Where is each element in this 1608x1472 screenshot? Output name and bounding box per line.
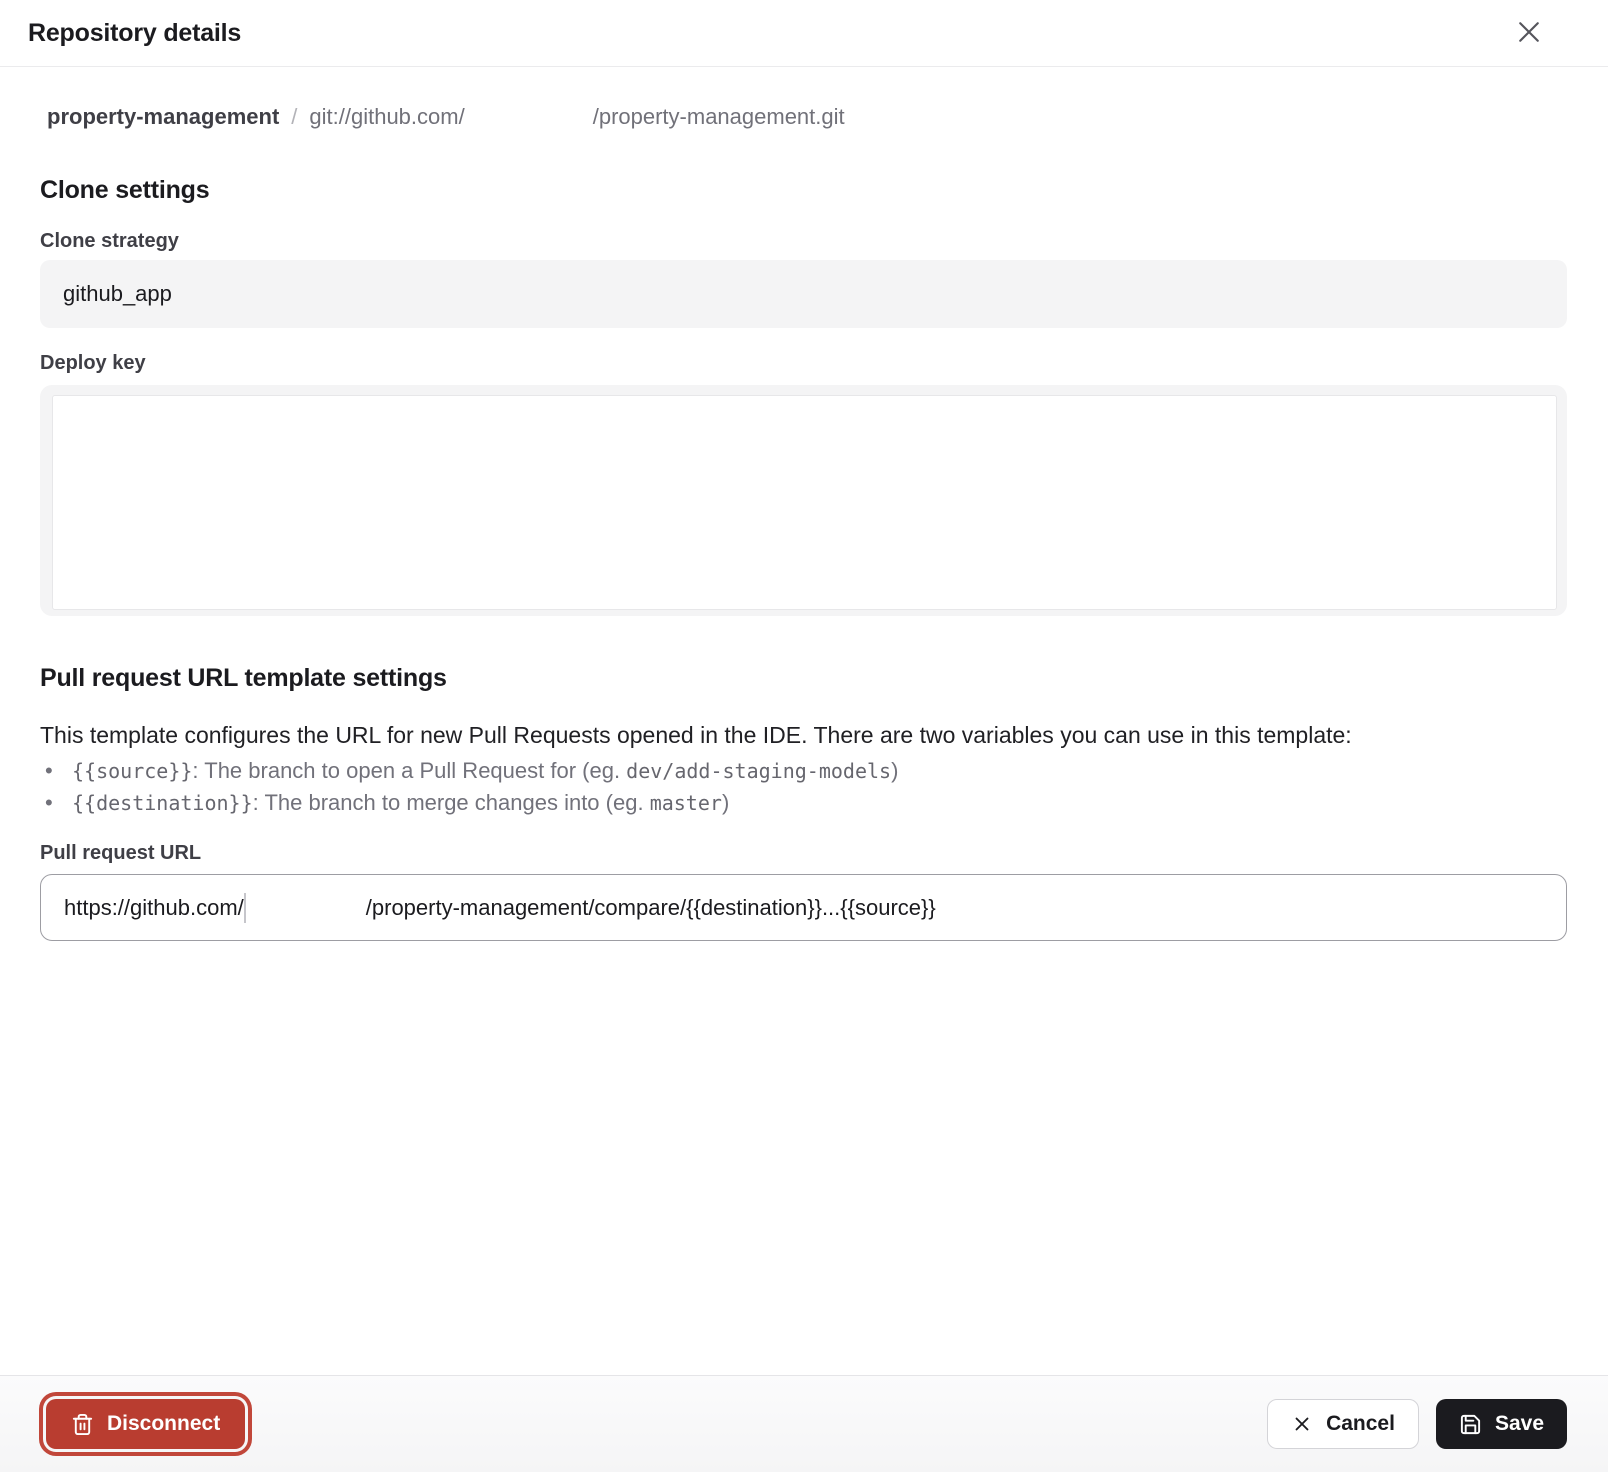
bullet-icon: •	[45, 758, 72, 784]
variable-destination-example: master	[650, 791, 722, 815]
disconnect-button-label: Disconnect	[107, 1412, 220, 1436]
trash-icon	[71, 1413, 94, 1436]
clone-strategy-field: github_app	[40, 260, 1567, 328]
list-item: • {{destination}} : The branch to merge …	[45, 790, 898, 822]
bullet-icon: •	[45, 790, 72, 816]
modal-header: Repository details	[0, 0, 1608, 67]
clone-strategy-label: Clone strategy	[40, 230, 179, 253]
pr-template-heading: Pull request URL template settings	[40, 664, 447, 693]
cancel-button-label: Cancel	[1326, 1412, 1395, 1436]
pr-template-variable-list: • {{source}} : The branch to open a Pull…	[45, 758, 898, 822]
pr-template-description: This template configures the URL for new…	[40, 722, 1548, 749]
save-button-label: Save	[1495, 1412, 1544, 1436]
git-url-prefix: git://github.com/	[309, 104, 464, 130]
repo-name: property-management	[47, 104, 279, 130]
modal-footer: Disconnect Cancel	[0, 1375, 1608, 1472]
x-icon	[1291, 1413, 1313, 1435]
pull-request-url-label: Pull request URL	[40, 842, 201, 865]
footer-actions: Cancel Save	[1267, 1399, 1567, 1449]
variable-destination: {{destination}}	[72, 791, 253, 815]
deploy-key-label: Deploy key	[40, 352, 146, 375]
variable-source-close: )	[891, 758, 898, 784]
breadcrumb: property-management / git://github.com/ …	[47, 104, 1568, 130]
git-url-suffix: /property-management.git	[593, 104, 845, 130]
close-icon	[1514, 17, 1544, 50]
clone-strategy-value: github_app	[63, 281, 172, 307]
clone-settings-heading: Clone settings	[40, 176, 209, 205]
pull-request-url-input[interactable]: https://github.com/ /property-management…	[40, 874, 1567, 941]
variable-destination-close: )	[722, 790, 729, 816]
disconnect-button[interactable]: Disconnect	[46, 1399, 245, 1449]
repository-details-modal: Repository details property-management /…	[0, 0, 1608, 1472]
save-icon	[1459, 1413, 1482, 1436]
close-button[interactable]	[1506, 10, 1552, 56]
variable-source: {{source}}	[72, 759, 192, 783]
variable-source-desc: : The branch to open a Pull Request for …	[192, 758, 626, 784]
breadcrumb-separator: /	[291, 104, 297, 130]
modal-title: Repository details	[28, 19, 241, 48]
cancel-button[interactable]: Cancel	[1267, 1399, 1419, 1449]
list-item: • {{source}} : The branch to open a Pull…	[45, 758, 898, 790]
url-value-prefix: https://github.com/	[64, 895, 244, 921]
variable-source-example: dev/add-staging-models	[626, 759, 891, 783]
deploy-key-textarea[interactable]	[52, 395, 1557, 610]
text-cursor	[244, 893, 246, 923]
url-value-suffix: /property-management/compare/{{destinati…	[366, 895, 936, 921]
save-button[interactable]: Save	[1436, 1399, 1567, 1449]
deploy-key-field-frame	[40, 385, 1567, 616]
variable-destination-desc: : The branch to merge changes into (eg.	[253, 790, 650, 816]
